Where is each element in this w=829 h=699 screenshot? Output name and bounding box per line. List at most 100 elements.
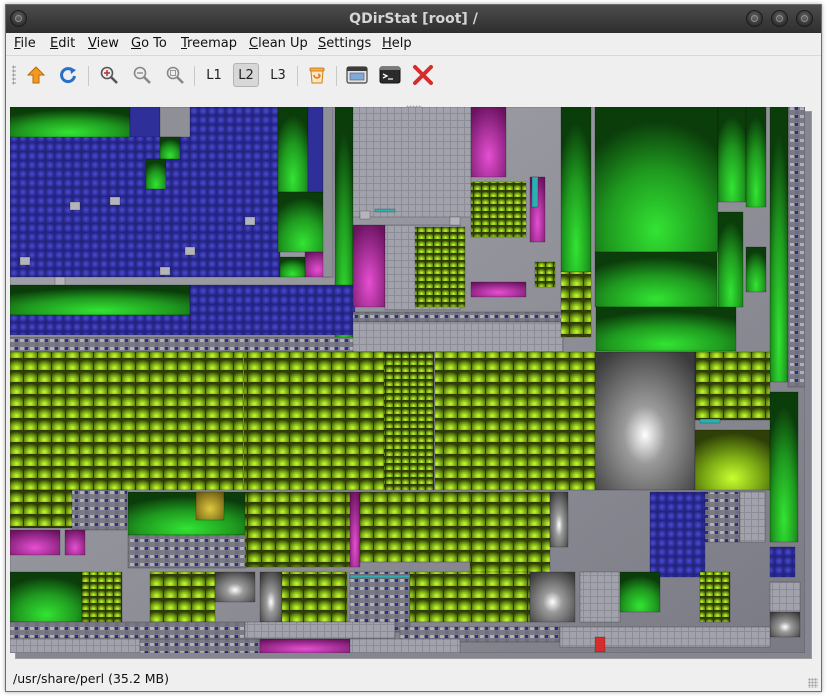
treemap-tile[interactable] xyxy=(579,571,621,623)
open-terminal-button[interactable] xyxy=(377,63,403,87)
treemap-tile[interactable] xyxy=(279,256,306,278)
treemap-tile[interactable] xyxy=(409,571,531,623)
treemap-tile[interactable] xyxy=(383,351,435,491)
treemap-tile[interactable] xyxy=(694,429,771,491)
zoom-reset-button[interactable] xyxy=(162,63,188,87)
treemap-tile[interactable] xyxy=(145,158,167,190)
treemap-tile[interactable] xyxy=(127,534,247,569)
treemap-tile[interactable] xyxy=(359,210,371,220)
treemap-tile[interactable] xyxy=(71,489,128,531)
menu-help[interactable]: Help xyxy=(382,36,412,51)
treemap-tile[interactable] xyxy=(195,491,225,521)
treemap-tile[interactable] xyxy=(184,246,196,256)
treemap-tile[interactable] xyxy=(10,107,131,138)
treemap-tile[interactable] xyxy=(259,638,351,653)
treemap-tile[interactable] xyxy=(10,638,141,653)
treemap-tile[interactable] xyxy=(277,191,329,253)
level-1-button[interactable]: L1 xyxy=(201,63,227,87)
treemap-tile[interactable] xyxy=(322,107,334,278)
treemap-tile[interactable] xyxy=(189,284,356,336)
minimize-button[interactable] xyxy=(746,10,763,27)
treemap-tile[interactable] xyxy=(259,571,283,623)
treemap-tile[interactable] xyxy=(769,391,799,543)
menu-view[interactable]: View xyxy=(88,36,119,51)
go-up-button[interactable] xyxy=(23,63,49,87)
zoom-out-button[interactable] xyxy=(129,63,155,87)
treemap-tile[interactable] xyxy=(352,321,564,353)
treemap-tile[interactable] xyxy=(529,571,576,623)
treemap-tile[interactable] xyxy=(159,107,191,138)
menu-goto[interactable]: Go To xyxy=(131,36,167,51)
treemap-tile[interactable] xyxy=(745,107,767,208)
treemap-tile[interactable] xyxy=(787,107,805,388)
treemap-tile[interactable] xyxy=(549,491,569,548)
treemap-tile[interactable] xyxy=(129,107,161,138)
treemap-tile[interactable] xyxy=(281,571,348,623)
treemap-tile[interactable] xyxy=(470,281,527,298)
treemap-tile[interactable] xyxy=(349,574,411,579)
treemap-tile[interactable] xyxy=(531,176,539,208)
menu-treemap[interactable]: Treemap xyxy=(181,36,237,51)
treemap-tile[interactable] xyxy=(559,626,771,648)
zoom-in-button[interactable] xyxy=(96,63,122,87)
menu-settings[interactable]: Settings xyxy=(318,36,371,51)
level-2-button[interactable]: L2 xyxy=(233,63,259,87)
treemap-tile[interactable] xyxy=(594,251,718,308)
treemap-tile[interactable] xyxy=(244,621,396,639)
treemap-tile[interactable] xyxy=(352,311,564,323)
treemap-tile[interactable] xyxy=(127,491,247,536)
treemap-tile[interactable] xyxy=(560,107,592,273)
treemap-tile[interactable] xyxy=(717,107,747,203)
treemap-tile[interactable] xyxy=(149,571,216,623)
treemap-tile[interactable] xyxy=(594,636,606,653)
treemap-tile[interactable] xyxy=(594,107,719,253)
treemap-tile[interactable] xyxy=(769,611,801,638)
treemap-tile[interactable] xyxy=(10,621,246,639)
treemap-tile[interactable] xyxy=(159,266,171,276)
treemap-tile[interactable] xyxy=(469,491,551,573)
window-close-button[interactable] xyxy=(796,10,813,27)
move-to-trash-button[interactable] xyxy=(304,63,330,87)
treemap-tile[interactable] xyxy=(244,216,256,226)
treemap-tile[interactable] xyxy=(10,284,191,316)
treemap-tile[interactable] xyxy=(649,491,706,578)
treemap-tile[interactable] xyxy=(10,351,244,491)
level-3-button[interactable]: L3 xyxy=(265,63,291,87)
treemap-tile[interactable] xyxy=(619,571,661,613)
treemap-tile[interactable] xyxy=(349,638,461,653)
treemap-tile[interactable] xyxy=(717,211,744,308)
treemap-tile[interactable] xyxy=(739,491,766,543)
treemap-tile[interactable] xyxy=(243,351,385,491)
size-grip[interactable] xyxy=(808,678,818,688)
treemap-tile[interactable] xyxy=(19,256,31,266)
open-file-manager-button[interactable] xyxy=(344,63,370,87)
title-bar[interactable]: QDirStat [root] / xyxy=(6,5,821,33)
treemap-tile[interactable] xyxy=(534,261,556,288)
treemap-tile[interactable] xyxy=(109,196,121,206)
menu-cleanup[interactable]: Clean Up xyxy=(249,36,308,51)
treemap-tile[interactable] xyxy=(694,351,771,421)
treemap-tile[interactable] xyxy=(414,226,466,308)
treemap-tile[interactable] xyxy=(769,546,796,578)
treemap-tile[interactable] xyxy=(769,107,789,383)
treemap-tile[interactable] xyxy=(139,638,261,653)
delete-button[interactable] xyxy=(410,63,436,87)
treemap-tile[interactable] xyxy=(449,216,461,226)
treemap-tile[interactable] xyxy=(81,571,123,623)
treemap-tile[interactable] xyxy=(54,276,66,286)
treemap-tile[interactable] xyxy=(352,107,472,218)
treemap-tile[interactable] xyxy=(159,136,181,160)
treemap-tile[interactable] xyxy=(560,271,592,338)
treemap-tile[interactable] xyxy=(349,491,361,568)
treemap-tile[interactable] xyxy=(10,314,191,336)
treemap-tile[interactable] xyxy=(374,208,396,213)
maximize-button[interactable] xyxy=(771,10,788,27)
treemap-tile[interactable] xyxy=(470,107,507,178)
treemap-tile[interactable] xyxy=(10,529,61,556)
treemap-tile[interactable] xyxy=(244,491,351,568)
treemap-tile[interactable] xyxy=(64,529,86,556)
treemap-tile[interactable] xyxy=(10,489,73,529)
treemap-tile[interactable] xyxy=(594,351,696,491)
menu-edit[interactable]: Edit xyxy=(50,36,75,51)
treemap-tile[interactable] xyxy=(745,246,767,293)
